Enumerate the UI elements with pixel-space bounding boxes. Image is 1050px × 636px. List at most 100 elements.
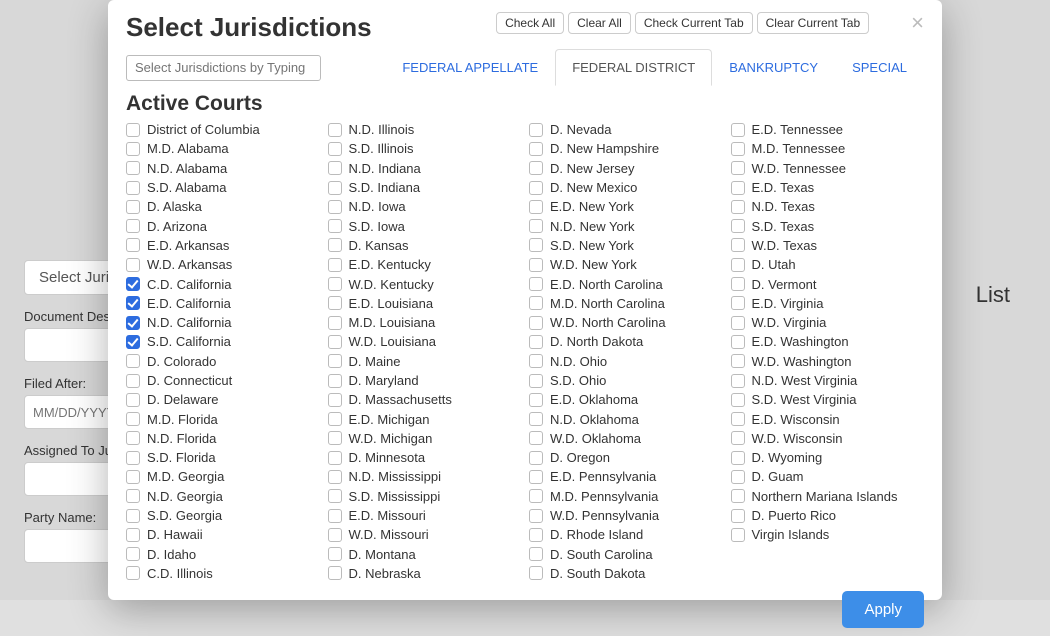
court-checkbox[interactable] [328,161,342,175]
court-checkbox[interactable] [529,354,543,368]
court-checkbox[interactable] [328,489,342,503]
court-checkbox[interactable] [731,431,745,445]
court-checkbox[interactable] [529,200,543,214]
court-checkbox[interactable] [126,354,140,368]
court-checkbox[interactable] [328,431,342,445]
court-checkbox[interactable] [529,489,543,503]
court-checkbox[interactable] [529,161,543,175]
court-checkbox[interactable] [126,412,140,426]
court-checkbox[interactable] [731,509,745,523]
court-checkbox[interactable] [328,123,342,137]
header-btn-check-all[interactable]: Check All [496,12,564,34]
court-checkbox[interactable] [731,181,745,195]
apply-button[interactable]: Apply [842,591,924,628]
court-checkbox[interactable] [529,142,543,156]
court-checkbox[interactable] [731,451,745,465]
court-checkbox[interactable] [126,528,140,542]
court-checkbox[interactable] [328,316,342,330]
court-checkbox[interactable] [529,123,543,137]
court-checkbox[interactable] [126,451,140,465]
court-checkbox[interactable] [126,509,140,523]
jurisdiction-search-input[interactable] [126,55,321,81]
court-checkbox[interactable] [731,489,745,503]
court-checkbox[interactable] [126,219,140,233]
court-checkbox[interactable] [328,238,342,252]
court-checkbox[interactable] [529,258,543,272]
court-checkbox[interactable] [529,219,543,233]
court-checkbox[interactable] [126,316,140,330]
court-checkbox[interactable] [731,412,745,426]
court-checkbox[interactable] [328,566,342,580]
court-checkbox[interactable] [328,412,342,426]
court-checkbox[interactable] [731,277,745,291]
court-checkbox[interactable] [126,470,140,484]
court-checkbox[interactable] [731,335,745,349]
court-checkbox[interactable] [126,161,140,175]
tab-special[interactable]: SPECIAL [835,49,924,86]
court-checkbox[interactable] [126,335,140,349]
court-checkbox[interactable] [529,528,543,542]
close-icon[interactable]: × [911,12,924,34]
court-checkbox[interactable] [529,238,543,252]
court-checkbox[interactable] [529,566,543,580]
court-checkbox[interactable] [529,296,543,310]
court-checkbox[interactable] [529,277,543,291]
header-btn-clear-current-tab[interactable]: Clear Current Tab [757,12,870,34]
court-checkbox[interactable] [126,142,140,156]
court-checkbox[interactable] [328,374,342,388]
court-checkbox[interactable] [731,296,745,310]
court-checkbox[interactable] [126,393,140,407]
court-checkbox[interactable] [529,431,543,445]
court-checkbox[interactable] [126,296,140,310]
court-checkbox[interactable] [126,277,140,291]
court-checkbox[interactable] [529,374,543,388]
header-btn-check-current-tab[interactable]: Check Current Tab [635,12,753,34]
court-checkbox[interactable] [731,470,745,484]
court-checkbox[interactable] [126,238,140,252]
court-checkbox[interactable] [731,393,745,407]
court-checkbox[interactable] [731,161,745,175]
header-btn-clear-all[interactable]: Clear All [568,12,631,34]
court-checkbox[interactable] [731,374,745,388]
tab-bankruptcy[interactable]: BANKRUPTCY [712,49,835,86]
court-checkbox[interactable] [328,200,342,214]
court-checkbox[interactable] [126,258,140,272]
court-checkbox[interactable] [328,509,342,523]
court-checkbox[interactable] [529,393,543,407]
court-checkbox[interactable] [126,489,140,503]
tab-federal-district[interactable]: FEDERAL DISTRICT [555,49,712,86]
court-checkbox[interactable] [731,354,745,368]
court-checkbox[interactable] [328,354,342,368]
court-checkbox[interactable] [126,374,140,388]
court-checkbox[interactable] [529,316,543,330]
court-checkbox[interactable] [328,296,342,310]
court-checkbox[interactable] [529,470,543,484]
court-checkbox[interactable] [529,509,543,523]
court-checkbox[interactable] [328,393,342,407]
court-checkbox[interactable] [328,219,342,233]
court-checkbox[interactable] [328,181,342,195]
court-checkbox[interactable] [328,470,342,484]
court-checkbox[interactable] [529,547,543,561]
court-checkbox[interactable] [529,335,543,349]
court-checkbox[interactable] [126,123,140,137]
court-checkbox[interactable] [731,238,745,252]
court-checkbox[interactable] [731,528,745,542]
court-checkbox[interactable] [328,451,342,465]
tab-federal-appellate[interactable]: FEDERAL APPELLATE [385,49,555,86]
court-checkbox[interactable] [529,181,543,195]
court-checkbox[interactable] [731,200,745,214]
court-checkbox[interactable] [731,316,745,330]
court-checkbox[interactable] [328,142,342,156]
court-checkbox[interactable] [328,277,342,291]
court-checkbox[interactable] [731,258,745,272]
court-checkbox[interactable] [731,219,745,233]
court-checkbox[interactable] [731,123,745,137]
court-checkbox[interactable] [328,258,342,272]
court-checkbox[interactable] [731,142,745,156]
court-checkbox[interactable] [126,566,140,580]
court-checkbox[interactable] [328,547,342,561]
court-checkbox[interactable] [126,181,140,195]
court-checkbox[interactable] [529,451,543,465]
court-checkbox[interactable] [328,528,342,542]
